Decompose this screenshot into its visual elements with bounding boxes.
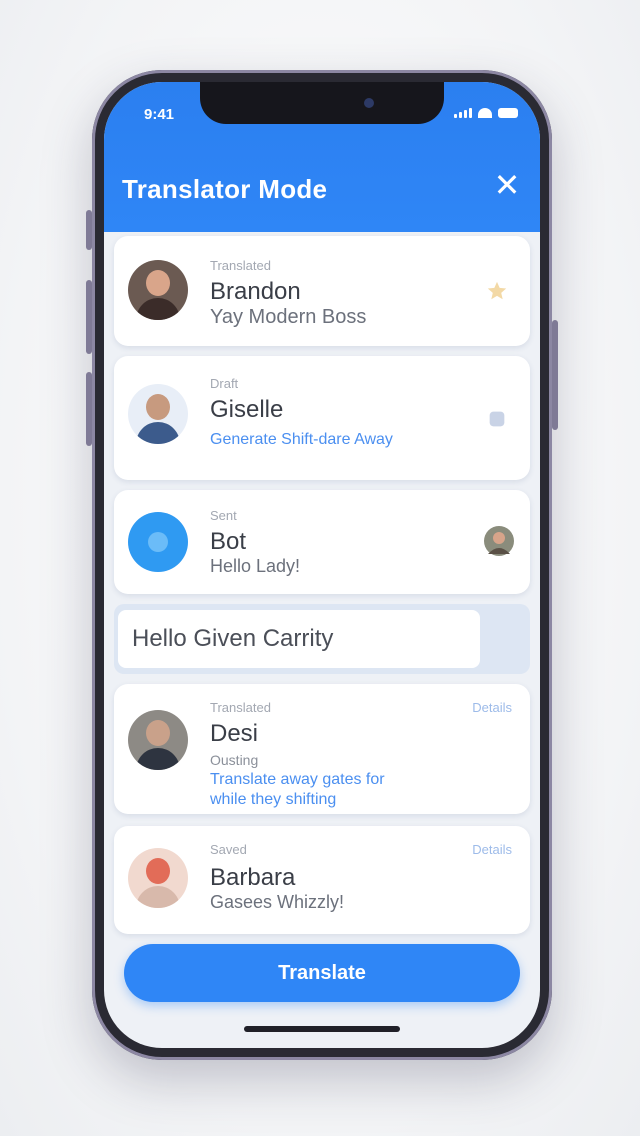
details-link[interactable]: Details xyxy=(472,700,512,715)
contact-detail: Hello Lady! xyxy=(210,556,301,576)
contact-detail-link[interactable]: Generate Shift-dare Away xyxy=(210,430,420,450)
close-icon[interactable]: ✕ xyxy=(490,168,524,202)
status-time: 9:41 xyxy=(144,106,175,123)
notch xyxy=(200,82,444,124)
status-icons xyxy=(454,108,518,118)
power-button xyxy=(552,320,558,430)
contact-card[interactable]: Translated Brandon Yay Modern Boss xyxy=(114,236,530,346)
message-input[interactable] xyxy=(118,610,480,668)
contact-card[interactable]: Saved Barbara Gasees Whizzly! Details xyxy=(114,826,530,934)
contact-detail: Gasees Whizzly! xyxy=(210,892,345,912)
page-title: Translator Mode xyxy=(122,174,328,204)
contact-meta: Translated xyxy=(210,700,271,715)
contact-meta: Sent xyxy=(210,508,237,523)
wifi-icon xyxy=(478,108,492,118)
avatar-mini-icon[interactable] xyxy=(484,526,514,556)
home-indicator xyxy=(244,1026,400,1032)
mute-switch xyxy=(86,210,92,250)
contact-name: Barbara xyxy=(210,864,296,891)
contact-card[interactable]: Translated Desi Ousting Translate away g… xyxy=(114,684,530,814)
contact-name: Brandon xyxy=(210,278,301,305)
avatar xyxy=(128,710,188,770)
volume-down-button xyxy=(86,372,92,446)
star-icon[interactable] xyxy=(486,280,508,302)
details-link[interactable]: Details xyxy=(472,842,512,857)
stage: 9:41 Translator Mode ✕ Translated Brando… xyxy=(0,0,640,1136)
bot-avatar xyxy=(128,512,188,572)
phone-screen: 9:41 Translator Mode ✕ Translated Brando… xyxy=(104,82,540,1048)
contact-name: Bot xyxy=(210,528,247,555)
avatar xyxy=(128,260,188,320)
battery-icon xyxy=(498,108,518,118)
avatar xyxy=(128,848,188,908)
contact-meta: Draft xyxy=(210,376,239,391)
contact-name: Giselle xyxy=(210,396,284,423)
avatar xyxy=(128,384,188,444)
contact-detail: Ousting xyxy=(210,752,259,768)
contact-meta: Saved xyxy=(210,842,247,857)
signal-icon xyxy=(454,108,472,118)
more-icon[interactable] xyxy=(486,408,508,430)
chat-icon xyxy=(148,532,168,552)
message-input-row xyxy=(114,604,530,674)
contact-card[interactable]: Draft Giselle Generate Shift-dare Away xyxy=(114,356,530,480)
camera-icon xyxy=(364,98,374,108)
translate-button[interactable]: Translate xyxy=(124,944,520,1002)
contact-detail-link[interactable]: Translate away gates for while they shif… xyxy=(210,770,420,810)
contact-detail: Yay Modern Boss xyxy=(210,306,367,328)
volume-up-button xyxy=(86,280,92,354)
contact-meta: Translated xyxy=(210,258,271,273)
contact-card[interactable]: Sent Bot Hello Lady! xyxy=(114,490,530,594)
contact-name: Desi xyxy=(210,720,259,747)
